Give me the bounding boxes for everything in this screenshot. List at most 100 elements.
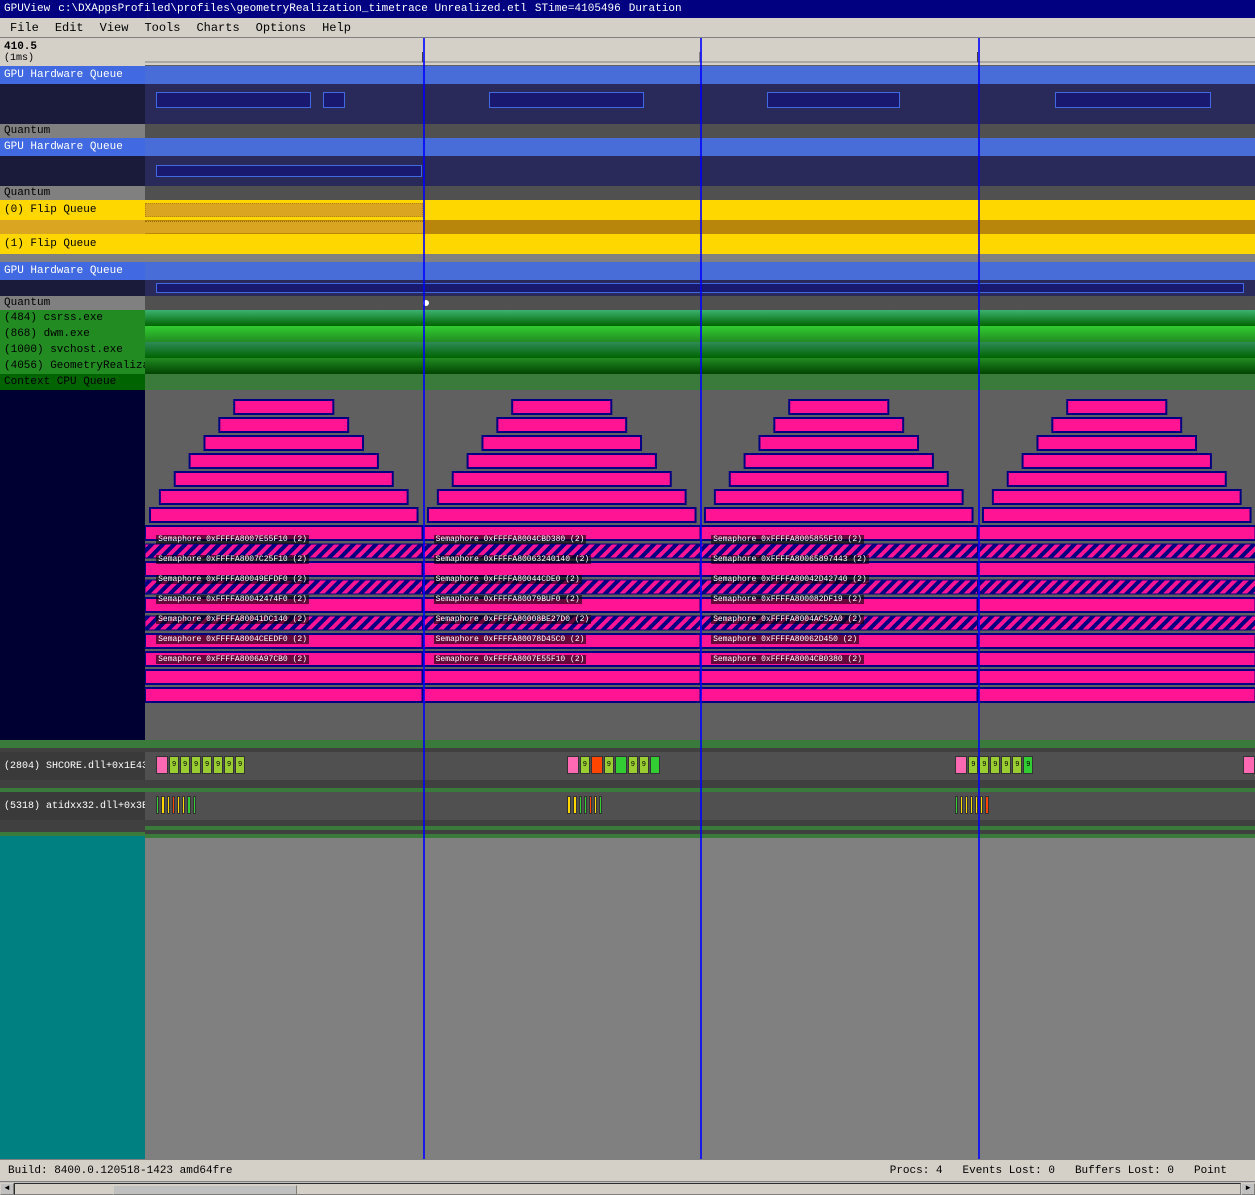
flip1-block-2 (711, 237, 1255, 251)
pyramid-1 (145, 390, 423, 740)
atidxx-block (970, 796, 973, 814)
atidxx-block (594, 796, 597, 814)
title-bar: GPUView c:\DXAppsProfiled\profiles\geome… (0, 0, 1255, 18)
scrollbar-thumb[interactable] (113, 1185, 297, 1195)
scroll-left-btn[interactable]: ◄ (0, 1183, 14, 1195)
vline-3 (978, 38, 980, 1171)
label-quantum-2: Quantum (0, 186, 145, 200)
shcore-block: 9 (224, 756, 234, 774)
sem-label-g2-7: Semaphore 0xFFFFA8007E55F10 (2) (434, 655, 587, 664)
label-gpu-content-1 (0, 84, 145, 124)
shcore-block: 9 (1001, 756, 1011, 774)
menu-tools[interactable]: Tools (136, 19, 188, 37)
label-gpu-hw-3: GPU Hardware Queue (0, 262, 145, 280)
label-process-868: (868) dwm.exe (0, 326, 145, 342)
gpu-block-4 (767, 92, 900, 108)
label-gpu-content-2 (0, 156, 145, 186)
main-content: 410.5 (1ms) GPU Hardware Queue Quantum G… (0, 38, 1255, 1171)
sem-label-5: Semaphore 0xFFFFA80041DC140 (2) (156, 615, 309, 624)
sem-label-7: Semaphore 0xFFFFA8006A97CB0 (2) (156, 655, 309, 664)
shcore-block: 9 (213, 756, 223, 774)
scroll-right-btn[interactable]: ► (1241, 1183, 1255, 1195)
label-flip-0-sub (0, 220, 145, 234)
sem-label-g2-2: Semaphore 0xFFFFA80063240140 (2) (434, 555, 592, 564)
gpu-block-5 (1055, 92, 1210, 108)
atidxx-group-1 (156, 796, 196, 814)
status-build: Build: 8400.0.120518-1423 amd64fre (8, 1165, 232, 1177)
label-sep-6 (0, 832, 145, 836)
shcore-group-4 (1243, 756, 1255, 774)
sem-label-g3-1: Semaphore 0xFFFFA8005855F10 (2) (711, 535, 864, 544)
atidxx-block (161, 796, 165, 814)
flip0-block-3 (711, 203, 977, 217)
sem-label-g3-4: Semaphore 0xFFFFA800082DF19 (2) (711, 595, 864, 604)
label-context-cpu: Context CPU Queue (0, 374, 145, 390)
atidxx-block (573, 796, 577, 814)
atidxx-group-3 (955, 796, 989, 814)
sem-label-g3-7: Semaphore 0xFFFFA8004CB0380 (2) (711, 655, 864, 664)
atidxx-block (177, 796, 180, 814)
vline-1 (423, 38, 425, 1171)
sem-label-4: Semaphore 0xFFFFA80042474F0 (2) (156, 595, 309, 604)
atidxx-block (579, 796, 582, 814)
ruler-value: 410.5 (4, 41, 37, 53)
flip0-sub-1 (145, 221, 423, 233)
shcore-block: 9 (169, 756, 179, 774)
shcore-block: 9 (180, 756, 190, 774)
pyramid-4 (978, 390, 1255, 740)
menu-file[interactable]: File (2, 19, 47, 37)
menu-options[interactable]: Options (248, 19, 314, 37)
menu-charts[interactable]: Charts (188, 19, 247, 37)
atidxx-block (599, 796, 602, 814)
gpu-block-2 (323, 92, 345, 108)
status-bar: Build: 8400.0.120518-1423 amd64fre Procs… (0, 1159, 1255, 1181)
shcore-block (591, 756, 603, 774)
label-flip-0: (0) Flip Queue (0, 200, 145, 220)
shcore-block (615, 756, 627, 774)
menu-view[interactable]: View (92, 19, 137, 37)
chart-area[interactable]: Semaphore 0xFFFFA8007E55F10 (2) Semaphor… (145, 38, 1255, 1171)
shcore-block (650, 756, 660, 774)
label-quantum-3: Quantum (0, 296, 145, 310)
vline-2 (700, 38, 702, 1171)
scrollbar-track[interactable] (14, 1183, 1241, 1195)
sem-label-g2-1: Semaphore 0xFFFFA8004CBD380 (2) (434, 535, 587, 544)
gpu-block-3 (489, 92, 644, 108)
label-process-1000: (1000) svchost.exe (0, 342, 145, 358)
sem-label-g2-3: Semaphore 0xFFFFA80044CDE0 (2) (434, 575, 582, 584)
shcore-block: 9 (580, 756, 590, 774)
shcore-block (1243, 756, 1255, 774)
sem-label-3: Semaphore 0xFFFFA80049EFDF0 (2) (156, 575, 309, 584)
shcore-block (955, 756, 967, 774)
label-gpu-hw-2: GPU Hardware Queue (0, 138, 145, 156)
menu-help[interactable]: Help (314, 19, 359, 37)
shcore-block: 9 (1023, 756, 1033, 774)
status-point: Point (1194, 1165, 1227, 1177)
status-events-lost: Events Lost: 0 (963, 1165, 1055, 1177)
sem-label-g3-5: Semaphore 0xFFFFA8004AC52A0 (2) (711, 615, 864, 624)
shcore-block (156, 756, 168, 774)
shcore-block: 9 (191, 756, 201, 774)
label-flip-1-sub (0, 254, 145, 262)
menu-edit[interactable]: Edit (47, 19, 92, 37)
ruler-unit: (1ms) (4, 53, 34, 64)
shcore-group-3: 9 9 9 9 9 9 (955, 756, 1033, 774)
atidxx-block (167, 796, 170, 814)
label-panel: 410.5 (1ms) GPU Hardware Queue Quantum G… (0, 38, 145, 1171)
pyramid-2 (423, 390, 701, 740)
title-file: c:\DXAppsProfiled\profiles\geometryReali… (58, 3, 527, 15)
label-process-484: (484) csrss.exe (0, 310, 145, 326)
atidxx-block (182, 796, 185, 814)
shcore-block: 9 (1012, 756, 1022, 774)
label-gpu-content-3 (0, 280, 145, 296)
sem-label-g2-5: Semaphore 0xFFFFA80008BE27D0 (2) (434, 615, 592, 624)
label-quantum-1: Quantum (0, 124, 145, 138)
label-sep-2 (0, 780, 145, 788)
shcore-block: 9 (202, 756, 212, 774)
title-stime: STime=4105496 (535, 3, 621, 15)
shcore-block: 9 (979, 756, 989, 774)
label-flip-1: (1) Flip Queue (0, 234, 145, 254)
atidxx-block (985, 796, 989, 814)
flip0-block-4 (978, 203, 1255, 217)
scrollbar-area[interactable]: ◄ ► (0, 1181, 1255, 1195)
